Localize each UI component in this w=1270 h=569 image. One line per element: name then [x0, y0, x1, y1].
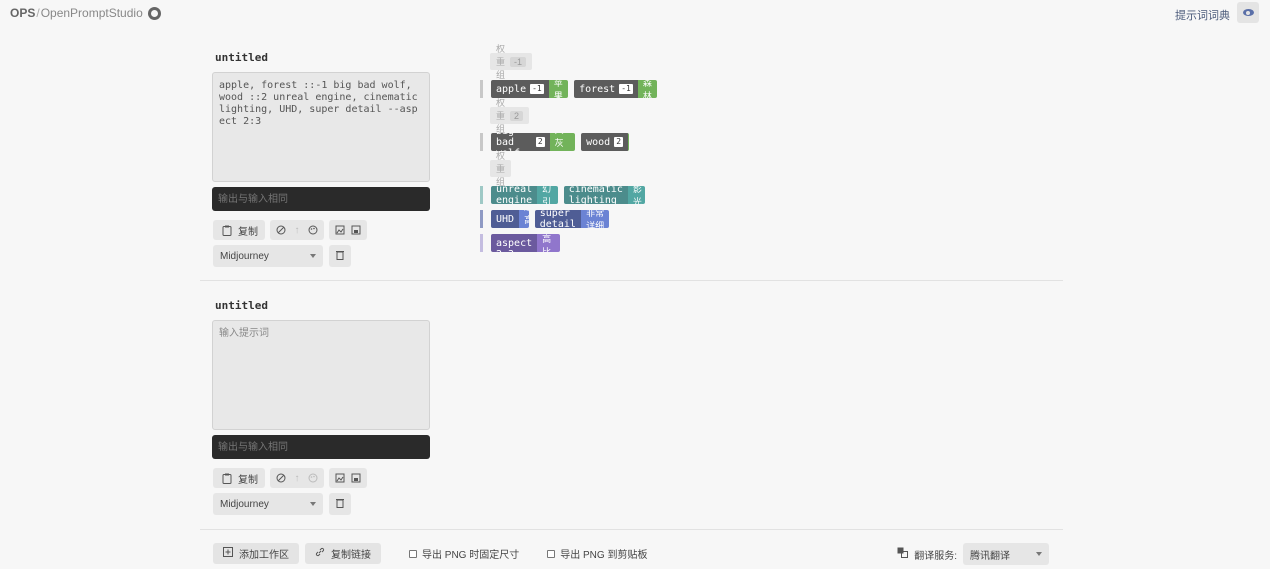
- output-field[interactable]: [212, 187, 430, 211]
- clipboard-icon: [220, 471, 234, 485]
- tag-row: apple -1 苹果 forest -1 森林: [491, 80, 657, 98]
- tag-row: UHD 超高清 super detail 非常详细: [491, 210, 610, 228]
- prompt-dictionary-link[interactable]: 提示词词典: [1175, 7, 1230, 23]
- image-icon[interactable]: [333, 223, 347, 237]
- disable-icon[interactable]: [274, 471, 288, 485]
- copy-button[interactable]: 复制: [213, 220, 265, 240]
- brand[interactable]: OPS / OpenPromptStudio: [10, 6, 161, 20]
- image-icon[interactable]: [333, 471, 347, 485]
- group-bar: [480, 186, 483, 204]
- tag-forest[interactable]: forest -1 森林: [574, 80, 657, 98]
- chevron-down-icon: [310, 254, 316, 258]
- tag-super-detail[interactable]: super detail 非常详细: [534, 210, 610, 228]
- checkbox-box[interactable]: [547, 549, 556, 558]
- copy-label: 复制: [238, 474, 258, 486]
- group-bar: [480, 234, 483, 252]
- tag-aspect[interactable]: --aspect 2:3 宽高比 2:3: [491, 234, 560, 252]
- arrow-up-icon[interactable]: ↑: [290, 223, 304, 237]
- export-clipboard-checkbox[interactable]: 导出 PNG 到剪贴板: [547, 546, 647, 561]
- checkbox-box[interactable]: [409, 549, 417, 558]
- translation-service: 翻译服务: 腾讯翻译: [897, 543, 1049, 565]
- action-group: ↑: [270, 468, 324, 488]
- translate-icon: [897, 547, 909, 561]
- output-field[interactable]: [212, 435, 430, 459]
- tag-row: big bad wolf2 大灰狼 wood2 木料: [491, 133, 629, 151]
- model-select[interactable]: Midjourney: [213, 493, 323, 515]
- save-icon[interactable]: [349, 471, 363, 485]
- chevron-down-icon: [1036, 552, 1042, 556]
- palette-icon[interactable]: [306, 223, 320, 237]
- arrow-up-icon[interactable]: ↑: [290, 471, 304, 485]
- workspace-toolbar: 复制 ↑: [213, 220, 367, 240]
- group-bar: [480, 210, 483, 228]
- trash-icon: [336, 497, 344, 511]
- delete-button[interactable]: [329, 493, 351, 515]
- workspace-2: untitled 复制 ↑ Mid: [200, 288, 1063, 530]
- tag-unreal-engine[interactable]: unreal engine 虚幻引擎: [491, 186, 558, 204]
- group-bar: [480, 80, 483, 98]
- model-select-value: Midjourney: [220, 250, 269, 262]
- tag-uhd[interactable]: UHD 超高清: [491, 210, 529, 228]
- action-group: ↑: [270, 220, 324, 240]
- workspace-toolbar: 复制 ↑: [213, 468, 367, 488]
- copy-link-button[interactable]: 复制链接: [305, 543, 381, 564]
- visibility-toggle-button[interactable]: [1237, 2, 1259, 23]
- weight-group-label[interactable]: 权重组 2: [490, 98, 530, 134]
- export-fixed-size-checkbox[interactable]: 导出 PNG 时固定尺寸: [409, 546, 519, 561]
- brand-short: OPS: [10, 6, 36, 20]
- copy-button[interactable]: 复制: [213, 468, 265, 488]
- workspace-title[interactable]: untitled: [215, 299, 268, 312]
- add-workspace-button[interactable]: 添加工作区: [213, 543, 299, 564]
- model-row: Midjourney: [213, 245, 351, 267]
- save-icon[interactable]: [349, 223, 363, 237]
- disable-icon[interactable]: [274, 223, 288, 237]
- weight-group-label[interactable]: 权重组: [490, 151, 512, 187]
- eye-icon: [1242, 9, 1254, 16]
- copy-label: 复制: [238, 226, 258, 238]
- translate-service-select[interactable]: 腾讯翻译: [963, 543, 1049, 565]
- delete-button[interactable]: [329, 245, 351, 267]
- clipboard-icon: [220, 223, 234, 237]
- trash-icon: [336, 249, 344, 263]
- brand-name: OpenPromptStudio: [40, 6, 143, 20]
- link-icon: [315, 547, 325, 560]
- tag-row: unreal engine 虚幻引擎 cinematic lighting 电影…: [491, 186, 646, 204]
- tag-wood[interactable]: wood2 木料: [581, 133, 629, 151]
- group-bar: [480, 133, 483, 151]
- export-group: [329, 468, 367, 488]
- footer-actions: 添加工作区 复制链接 导出 PNG 时固定尺寸 导出 PNG 到剪贴板: [213, 543, 647, 564]
- model-select-value: Midjourney: [220, 498, 269, 510]
- weight-group-label[interactable]: 权重组 -1: [490, 44, 533, 80]
- prompt-input[interactable]: [212, 320, 430, 430]
- add-box-icon: [223, 547, 233, 560]
- brand-separator: /: [36, 6, 40, 20]
- prompt-input[interactable]: apple, forest ::-1 big bad wolf, wood ::…: [212, 72, 430, 182]
- model-select[interactable]: Midjourney: [213, 245, 323, 267]
- translate-label: 翻译服务:: [914, 550, 957, 562]
- tag-cinematic-lighting[interactable]: cinematic lighting 电影光效: [563, 186, 646, 204]
- model-row: Midjourney: [213, 493, 351, 515]
- github-icon[interactable]: [147, 6, 161, 20]
- workspace-title[interactable]: untitled: [215, 51, 268, 64]
- palette-icon[interactable]: [306, 471, 320, 485]
- export-group: [329, 220, 367, 240]
- workspace-1: untitled apple, forest ::-1 big bad wolf…: [200, 40, 1063, 281]
- tag-row: --aspect 2:3 宽高比 2:3: [491, 234, 560, 252]
- chevron-down-icon: [310, 502, 316, 506]
